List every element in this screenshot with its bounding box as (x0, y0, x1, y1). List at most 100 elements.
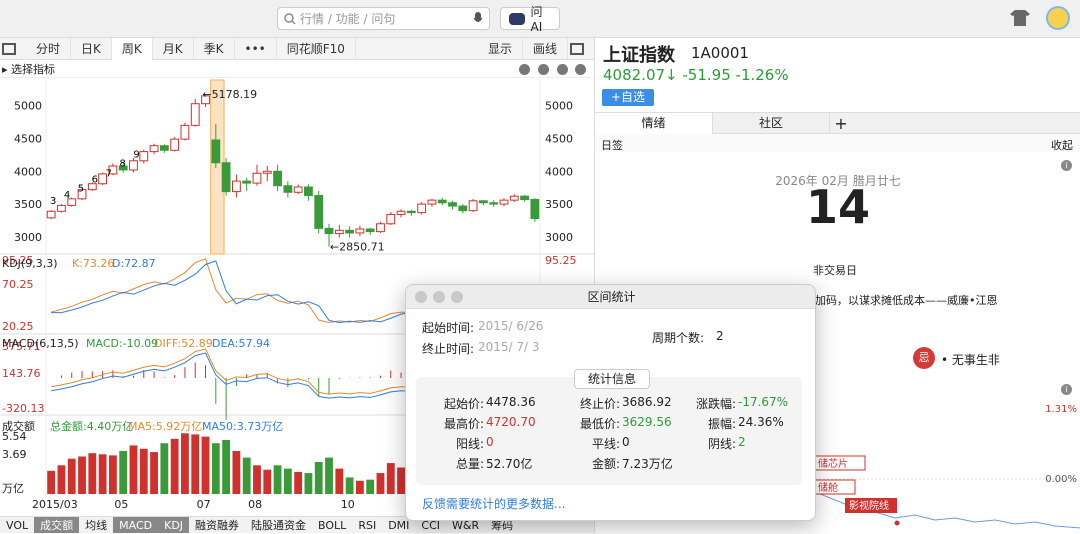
display-dropdown[interactable]: 显示 (478, 37, 523, 60)
volume-title[interactable]: 成交额 (2, 418, 35, 434)
candle-body (190, 103, 200, 126)
indicator-selector[interactable]: ▸ 选择指标 (2, 61, 55, 77)
volume-bar (57, 465, 66, 494)
tab-connect[interactable]: 陆股通资金 (245, 517, 312, 533)
volume-bar (47, 470, 56, 494)
volume-bar (98, 454, 107, 494)
add-tab-icon[interactable]: + (830, 113, 852, 134)
collapse-button[interactable]: 收起 (1051, 137, 1073, 153)
volume-bar (191, 434, 200, 494)
feedback-link[interactable]: 反馈需要统计的更多数据... (422, 495, 565, 512)
zoom-out-icon[interactable] (519, 64, 530, 75)
stock-change-pct: -1.26% (735, 66, 789, 84)
period-tabs: 分时 日K 周K 月K 季K ••• 同花顺F10 显示 画线 (0, 37, 594, 60)
stat-key: 总量: (455, 457, 484, 471)
stock-price-line: 4082.07↓ -51.95 -1.26% (603, 66, 789, 84)
microphone-icon[interactable] (473, 11, 483, 26)
candle-body (262, 170, 272, 174)
kdj-tick-right: 95.25 (545, 254, 577, 267)
end-time-value[interactable]: 2015/ 7/ 3 (478, 340, 540, 354)
candle-body (396, 210, 406, 216)
search-box[interactable]: 行情 / 功能 / 问句 (277, 7, 490, 30)
search-input[interactable]: 行情 / 功能 / 问句 (300, 10, 469, 27)
candle-body (231, 180, 241, 193)
macd-title[interactable]: MACD(6,13,5) (2, 337, 79, 350)
candle-body (57, 204, 66, 212)
x-tick: 05 (114, 498, 128, 511)
stats-info-title: 统计信息 (574, 369, 650, 389)
tab-ma[interactable]: 均线 (79, 517, 113, 533)
end-time-label: 终止时间: (422, 342, 475, 356)
sector-mini-chart[interactable]: 1.31% 0.00% 储芯片 储舱 影视院线 (815, 400, 1080, 533)
volume-total: 总金额:4.40万亿 (50, 420, 134, 433)
candle-body (283, 185, 293, 193)
volume-bar (160, 443, 169, 494)
start-time-label: 起始时间: (422, 321, 475, 335)
stat-value: 7.23万亿 (622, 457, 673, 471)
periods-label: 周期个数: (652, 331, 705, 345)
volume-bar (304, 473, 313, 494)
close-indicator-icon[interactable] (557, 64, 568, 75)
volume-bar (397, 467, 405, 494)
tab-quarterly-k[interactable]: 季K (194, 37, 235, 60)
candle-body (139, 151, 149, 162)
candle-body (386, 214, 396, 225)
tab-monthly-k[interactable]: 月K (153, 37, 194, 60)
tab-daily-k[interactable]: 日K (71, 37, 112, 60)
stat-key: 涨跌幅: (695, 397, 736, 411)
settings-gear-icon[interactable] (575, 64, 586, 75)
macd-value: MACD:-10.09 (86, 337, 159, 350)
tab-minute[interactable]: 分时 (26, 37, 72, 60)
indicator-bar: ▸ 选择指标 (0, 60, 594, 78)
avoid-badge: 忌 (913, 347, 935, 369)
stat-value: 4720.70 (486, 415, 536, 429)
volume-bar (170, 438, 179, 494)
price-tick-left: 5000 (14, 100, 42, 113)
tab-kdj[interactable]: KDJ (158, 517, 190, 533)
volume-bar (242, 457, 251, 494)
price-tick-right: 4500 (545, 132, 573, 145)
tab-macd[interactable]: MACD (113, 517, 159, 533)
info-icon-2[interactable]: i (1061, 384, 1072, 395)
tab-boll[interactable]: BOLL (312, 517, 352, 533)
skin-shirt-icon[interactable] (1010, 10, 1030, 26)
volume-bar (366, 479, 375, 494)
price-tick-left: 4000 (14, 165, 42, 178)
tab-vol[interactable]: VOL (0, 517, 34, 533)
mini-marker (894, 520, 900, 526)
candle-body (530, 198, 540, 220)
candle-body (365, 228, 375, 233)
sidebar-toggle-icon[interactable] (2, 42, 16, 55)
daily-sign-bar: 日签 收起 (595, 134, 1080, 152)
kdj-title[interactable]: KDJ(9,3,3) (2, 257, 58, 270)
tab-margin[interactable]: 融资融券 (189, 517, 245, 533)
draw-line-button[interactable]: 画线 (523, 37, 568, 60)
tab-community[interactable]: 社区 (712, 113, 830, 134)
stat-value: 0 (622, 435, 630, 449)
tab-f10[interactable]: 同花顺F10 (277, 37, 356, 60)
count-label: 4 (64, 190, 70, 201)
tab-more[interactable]: ••• (235, 37, 277, 60)
add-favorite-button[interactable]: +自选 (602, 89, 654, 106)
panel-toggle-icon[interactable] (570, 42, 584, 55)
candle-body (293, 186, 303, 193)
ask-ai-button[interactable]: 问AI (500, 5, 560, 34)
tab-weekly-k[interactable]: 周K (111, 37, 153, 60)
start-time-value[interactable]: 2015/ 6/26 (478, 319, 543, 333)
trading-status: 非交易日 (813, 264, 857, 277)
count-label: 5 (78, 184, 84, 195)
volume-bar (201, 436, 210, 494)
tab-rsi[interactable]: RSI (352, 517, 382, 533)
user-avatar[interactable] (1046, 6, 1070, 30)
macd-dea: DEA:57.94 (212, 337, 270, 350)
top-bar: 行情 / 功能 / 问句 问AI (0, 0, 1080, 38)
range-stats-dialog: 区间统计 起始时间: 2015/ 6/26 终止时间: 2015/ 7/ 3 周… (405, 284, 816, 521)
tab-amount[interactable]: 成交额 (34, 517, 80, 533)
volume-bar (283, 468, 292, 494)
volume-bar (150, 452, 158, 494)
info-icon[interactable]: i (1061, 160, 1072, 171)
volume-ma50: MA50:3.73万亿 (202, 420, 284, 433)
price-tick-left: 3500 (14, 198, 42, 211)
tab-sentiment[interactable]: 情绪 (595, 113, 712, 134)
zoom-in-icon[interactable] (538, 64, 549, 75)
